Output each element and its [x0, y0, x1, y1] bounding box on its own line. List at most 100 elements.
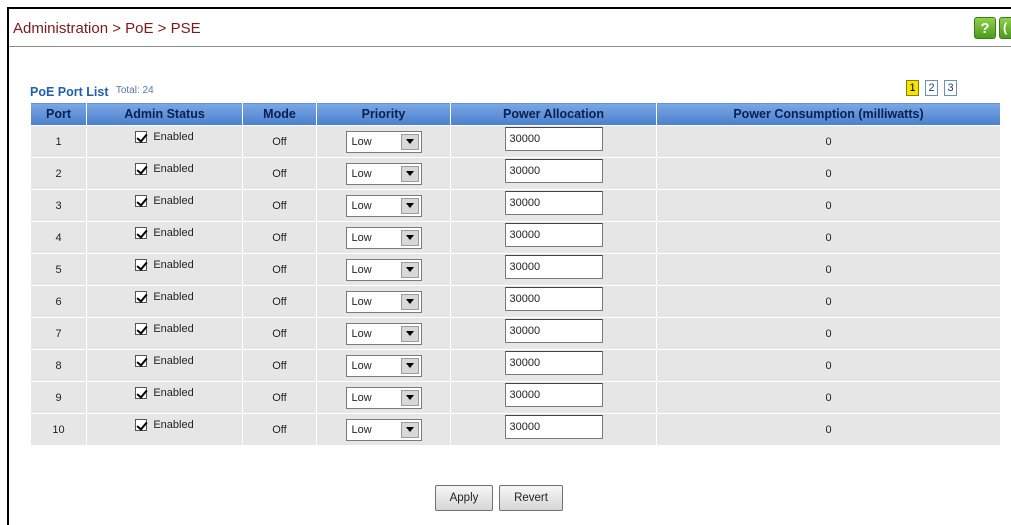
- admin-status-checkbox[interactable]: [135, 355, 148, 367]
- admin-status-checkbox[interactable]: [135, 259, 148, 271]
- admin-status-checkbox[interactable]: [135, 419, 148, 431]
- admin-status-cell: Enabled: [86, 221, 243, 254]
- power-consumption-cell: 0: [656, 381, 1001, 414]
- column-header-admin-status: Admin Status: [86, 102, 243, 126]
- power-allocation-cell: 30000: [450, 381, 657, 414]
- port-cell: 7: [30, 317, 87, 350]
- priority-select[interactable]: Low: [345, 418, 422, 441]
- table-row: 7 Enabled Off Low 30000 0: [30, 317, 1001, 350]
- priority-select[interactable]: Low: [345, 322, 422, 345]
- chevron-down-icon[interactable]: [400, 229, 419, 246]
- apply-button[interactable]: Apply: [435, 485, 493, 511]
- admin-status-toggle[interactable]: Enabled: [135, 387, 194, 399]
- admin-status-checkbox[interactable]: [135, 195, 148, 207]
- power-consumption-cell: 0: [656, 189, 1001, 222]
- mode-cell: Off: [242, 317, 317, 350]
- admin-status-label: Enabled: [153, 291, 194, 303]
- priority-value: Low: [351, 135, 372, 148]
- poe-port-list-title: PoE Port List Total: 24: [30, 85, 154, 99]
- priority-cell: Low: [316, 317, 451, 350]
- port-cell: 6: [30, 285, 87, 318]
- chevron-down-icon[interactable]: [400, 133, 419, 150]
- port-cell: 1: [30, 125, 87, 158]
- mode-cell: Off: [242, 349, 317, 382]
- priority-select[interactable]: Low: [345, 194, 422, 217]
- chevron-down-icon[interactable]: [400, 357, 419, 374]
- power-allocation-input[interactable]: 30000: [504, 158, 603, 183]
- power-allocation-input[interactable]: 30000: [504, 318, 603, 343]
- admin-status-toggle[interactable]: Enabled: [135, 323, 194, 335]
- admin-status-toggle[interactable]: Enabled: [135, 195, 194, 207]
- priority-cell: Low: [316, 413, 451, 446]
- admin-status-label: Enabled: [153, 131, 194, 143]
- page-frame: Administration > PoE > PSE ? ( PoE Port …: [7, 7, 1011, 525]
- admin-status-label: Enabled: [153, 419, 194, 431]
- admin-status-cell: Enabled: [86, 189, 243, 222]
- admin-status-toggle[interactable]: Enabled: [135, 419, 194, 431]
- admin-status-toggle[interactable]: Enabled: [135, 259, 194, 271]
- priority-select[interactable]: Low: [345, 258, 422, 281]
- help-icon[interactable]: ?: [974, 17, 996, 39]
- priority-cell: Low: [316, 189, 451, 222]
- mode-cell: Off: [242, 125, 317, 158]
- admin-status-toggle[interactable]: Enabled: [135, 291, 194, 303]
- admin-status-checkbox[interactable]: [135, 163, 148, 175]
- page-link-2[interactable]: 2: [925, 80, 938, 96]
- power-consumption-cell: 0: [656, 317, 1001, 350]
- admin-status-checkbox[interactable]: [135, 323, 148, 335]
- priority-select[interactable]: Low: [345, 162, 422, 185]
- power-allocation-input[interactable]: 30000: [504, 382, 603, 407]
- power-allocation-input[interactable]: 30000: [504, 350, 603, 375]
- power-allocation-input[interactable]: 30000: [504, 414, 603, 439]
- power-allocation-input[interactable]: 30000: [504, 222, 603, 247]
- power-allocation-input[interactable]: 30000: [504, 254, 603, 279]
- power-allocation-input[interactable]: 30000: [504, 286, 603, 311]
- mode-cell: Off: [242, 157, 317, 190]
- table-row: 2 Enabled Off Low 30000 0: [30, 157, 1001, 190]
- admin-status-toggle[interactable]: Enabled: [135, 163, 194, 175]
- chevron-down-icon[interactable]: [400, 389, 419, 406]
- admin-status-checkbox[interactable]: [135, 291, 148, 303]
- chevron-down-icon[interactable]: [400, 293, 419, 310]
- column-header-power-consumption: Power Consumption (milliwatts): [656, 102, 1001, 126]
- power-allocation-cell: 30000: [450, 413, 657, 446]
- priority-select[interactable]: Low: [345, 386, 422, 409]
- mode-cell: Off: [242, 189, 317, 222]
- priority-select[interactable]: Low: [345, 226, 422, 249]
- priority-select[interactable]: Low: [345, 130, 422, 153]
- admin-status-toggle[interactable]: Enabled: [135, 355, 194, 367]
- chevron-down-icon[interactable]: [400, 325, 419, 342]
- pagination: 1 2 3: [906, 80, 957, 96]
- admin-status-checkbox[interactable]: [135, 131, 148, 143]
- power-allocation-cell: 30000: [450, 253, 657, 286]
- priority-cell: Low: [316, 157, 451, 190]
- power-allocation-input[interactable]: 30000: [504, 126, 603, 151]
- chevron-down-icon[interactable]: [400, 261, 419, 278]
- chevron-down-icon[interactable]: [400, 421, 419, 438]
- table-row: 8 Enabled Off Low 30000 0: [30, 349, 1001, 382]
- revert-button[interactable]: Revert: [499, 485, 563, 511]
- secondary-icon[interactable]: (: [999, 17, 1011, 39]
- list-total: Total: 24: [115, 85, 154, 96]
- priority-value: Low: [351, 263, 372, 276]
- admin-status-toggle[interactable]: Enabled: [135, 227, 194, 239]
- admin-status-checkbox[interactable]: [135, 227, 148, 239]
- power-allocation-cell: 30000: [450, 349, 657, 382]
- admin-status-cell: Enabled: [86, 381, 243, 414]
- chevron-down-icon[interactable]: [400, 197, 419, 214]
- admin-status-checkbox[interactable]: [135, 387, 148, 399]
- power-allocation-input[interactable]: 30000: [504, 190, 603, 215]
- power-consumption-cell: 0: [656, 157, 1001, 190]
- priority-select[interactable]: Low: [345, 290, 422, 313]
- admin-status-toggle[interactable]: Enabled: [135, 131, 194, 143]
- priority-cell: Low: [316, 349, 451, 382]
- priority-cell: Low: [316, 125, 451, 158]
- page-link-1[interactable]: 1: [906, 80, 919, 96]
- page-link-3[interactable]: 3: [944, 80, 957, 96]
- priority-select[interactable]: Low: [345, 354, 422, 377]
- chevron-down-icon[interactable]: [400, 165, 419, 182]
- power-consumption-cell: 0: [656, 413, 1001, 446]
- priority-value: Low: [351, 391, 372, 404]
- table-row: 9 Enabled Off Low 30000 0: [30, 381, 1001, 414]
- power-allocation-cell: 30000: [450, 285, 657, 318]
